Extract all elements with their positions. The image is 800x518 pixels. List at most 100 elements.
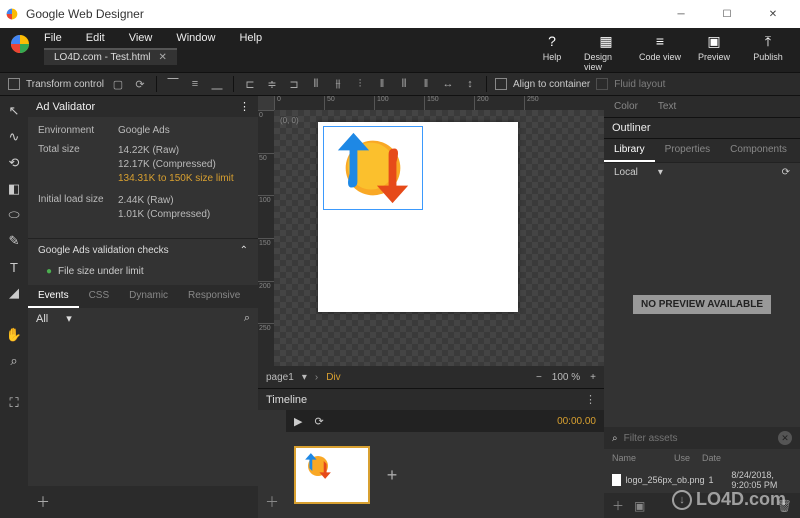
window-minimize-button[interactable]: ─ <box>658 0 704 28</box>
distribute-bottom-icon[interactable]: ⫶ <box>352 76 368 92</box>
align-bottom-icon[interactable]: ⎽ <box>209 76 225 92</box>
chevron-down-icon[interactable]: ▾ <box>302 372 307 383</box>
menu-window[interactable]: Window <box>176 32 215 44</box>
tab-properties[interactable]: Properties <box>655 139 721 162</box>
clear-filter-button[interactable]: ✕ <box>778 431 792 445</box>
code-view-label: Code view <box>639 52 681 62</box>
artboard[interactable] <box>318 122 518 312</box>
page-selector[interactable]: page1 <box>266 372 294 383</box>
library-source-dropdown[interactable]: Local <box>614 167 638 178</box>
search-icon[interactable]: ⌕ <box>244 312 250 325</box>
add-keyframe-button[interactable]: + <box>380 463 404 487</box>
zoom-out-button[interactable]: − <box>536 372 542 383</box>
fill-tool[interactable]: ◢ <box>3 282 25 304</box>
align-container-checkbox[interactable] <box>495 78 507 90</box>
zoom-in-button[interactable]: + <box>590 372 596 383</box>
space-v-icon[interactable]: ↕ <box>462 76 478 92</box>
app-logo-icon <box>8 32 32 56</box>
filter-assets-input[interactable] <box>624 433 772 444</box>
asset-use: 1 <box>709 475 728 485</box>
tab-responsive[interactable]: Responsive <box>178 285 250 308</box>
distribute-left-icon[interactable]: ‖ <box>374 76 390 92</box>
code-view-button[interactable]: ≡ Code view <box>638 32 682 62</box>
close-tab-icon[interactable]: ✕ <box>159 52 167 63</box>
col-name[interactable]: Name <box>612 453 674 463</box>
window-close-button[interactable]: ✕ <box>750 0 796 28</box>
help-button[interactable]: ?Help <box>530 32 574 62</box>
events-filter-dropdown[interactable]: All▾ <box>36 312 72 325</box>
preview-icon: ▣ <box>705 32 723 50</box>
distribute-right-icon[interactable]: ‖ <box>418 76 434 92</box>
crop-icon[interactable]: ▢ <box>110 76 126 92</box>
loop-button[interactable]: ⟳ <box>314 415 323 428</box>
panel-menu-icon[interactable]: ⋮ <box>239 100 250 113</box>
help-label: Help <box>543 52 562 62</box>
ad-validator-header[interactable]: Ad Validator ⋮ <box>28 96 258 117</box>
tab-css[interactable]: CSS <box>79 285 120 308</box>
selected-div[interactable] <box>323 126 423 210</box>
new-folder-button[interactable]: ▣ <box>634 499 645 513</box>
asset-list-header: Name Use Date <box>604 449 800 467</box>
add-event-button[interactable]: ＋ <box>36 494 50 510</box>
timeline-menu-icon[interactable]: ⋮ <box>585 393 596 406</box>
play-button[interactable]: ▶ <box>294 415 302 428</box>
transform-checkbox[interactable] <box>8 78 20 90</box>
outliner-header[interactable]: Outliner <box>604 117 800 138</box>
menu-view[interactable]: View <box>129 32 153 44</box>
align-right-icon[interactable]: ⊐ <box>286 76 302 92</box>
motion-path-tool[interactable]: ∿ <box>3 126 25 148</box>
add-layer-button[interactable]: ＋ <box>265 492 279 512</box>
fluid-checkbox[interactable] <box>596 78 608 90</box>
tab-text[interactable]: Text <box>648 96 686 117</box>
menu-file[interactable]: File <box>44 32 62 44</box>
validation-checks-header[interactable]: Google Ads validation checks ⌃ <box>28 238 258 262</box>
breadcrumb-div[interactable]: Div <box>326 372 340 383</box>
keyframe-thumb[interactable] <box>294 446 370 504</box>
events-tabs: Events CSS Dynamic Responsive ⋮ <box>28 285 258 308</box>
menu-help[interactable]: Help <box>239 32 262 44</box>
tab-library[interactable]: Library <box>604 139 655 162</box>
window-maximize-button[interactable]: ☐ <box>704 0 750 28</box>
publish-button[interactable]: ⤒Publish <box>746 32 790 62</box>
expand-tool[interactable]: ⛶ <box>3 392 25 414</box>
space-h-icon[interactable]: ↔ <box>440 76 456 92</box>
code-view-icon: ≡ <box>651 32 669 50</box>
shape-tool[interactable]: ⬭ <box>3 204 25 226</box>
collapse-icon[interactable]: ⌃ <box>240 245 248 256</box>
text-tool[interactable]: T <box>3 256 25 278</box>
document-tab[interactable]: LO4D.com - Test.html ✕ <box>44 48 177 65</box>
window-titlebar: Google Web Designer ─ ☐ ✕ <box>0 0 800 28</box>
add-asset-button[interactable]: ＋ <box>612 497 624 514</box>
menu-edit[interactable]: Edit <box>86 32 105 44</box>
design-view-button[interactable]: ▦Design view <box>584 32 628 72</box>
align-vcenter-icon[interactable]: ≡ <box>187 76 203 92</box>
tag-tool[interactable]: ◧ <box>3 178 25 200</box>
distribute-vcenter-icon[interactable]: ⫵ <box>330 76 346 92</box>
col-date[interactable]: Date <box>702 453 792 463</box>
tab-dynamic[interactable]: Dynamic <box>119 285 178 308</box>
zoom-tool[interactable]: ⌕ <box>3 350 25 372</box>
tab-color[interactable]: Color <box>604 96 648 117</box>
preview-button[interactable]: ▣ Preview <box>692 32 736 62</box>
hand-tool[interactable]: ✋ <box>3 324 25 346</box>
tool-strip: ↖ ∿ ⟲ ◧ ⬭ ✎ T ◢ ✋ ⌕ ⛶ <box>0 96 28 518</box>
preview-label: Preview <box>698 52 730 62</box>
rotate-icon[interactable]: ⟳ <box>132 76 148 92</box>
refresh-icon[interactable]: ⟳ <box>782 167 790 178</box>
pen-tool[interactable]: ✎ <box>3 230 25 252</box>
zoom-level[interactable]: 100 % <box>552 372 580 383</box>
col-use[interactable]: Use <box>674 453 702 463</box>
align-hcenter-icon[interactable]: ≑ <box>264 76 280 92</box>
align-top-icon[interactable]: ⎺ <box>165 76 181 92</box>
distribute-top-icon[interactable]: ⫴ <box>308 76 324 92</box>
align-left-icon[interactable]: ⊏ <box>242 76 258 92</box>
watermark-text: LO4D.com <box>696 489 786 510</box>
select-tool[interactable]: ↖ <box>3 100 25 122</box>
canvas-area[interactable]: 050100150200250 050100150200250 (0, 0) <box>258 96 604 366</box>
tab-components[interactable]: Components <box>720 139 797 162</box>
distribute-hcenter-icon[interactable]: ⦀ <box>396 76 412 92</box>
chevron-down-icon[interactable]: ▾ <box>658 167 663 178</box>
tab-events[interactable]: Events <box>28 285 79 308</box>
asset-thumb-icon <box>612 474 621 486</box>
3d-rotate-tool[interactable]: ⟲ <box>3 152 25 174</box>
